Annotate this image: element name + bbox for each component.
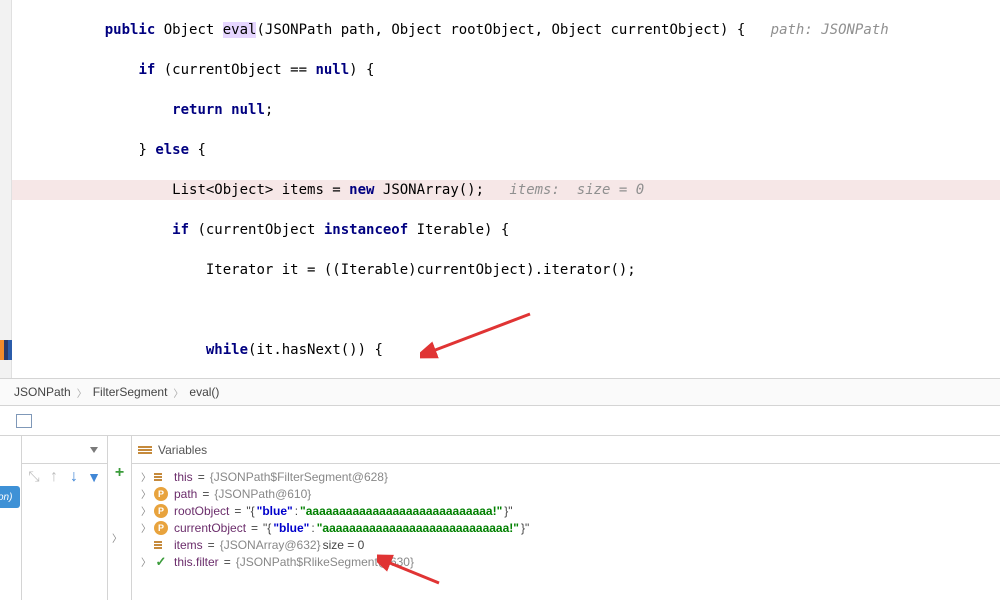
add-watch-icon[interactable]: + xyxy=(113,466,127,480)
parameter-icon: P xyxy=(154,487,168,501)
collapse-icon[interactable]: ⤡ xyxy=(26,469,42,485)
inline-hint: path: JSONPath xyxy=(771,22,889,38)
code-body: public Object eval(JSONPath path, Object… xyxy=(0,0,1000,378)
debug-panel: on) ⤡ ↑ ↓ ▼ + 〉 Variables 〉 this = {JSON… xyxy=(0,436,1000,600)
debug-add-col: + 〉 xyxy=(108,436,132,600)
chevron-right-icon[interactable]: 〉 xyxy=(140,503,152,518)
variables-title: Variables xyxy=(158,443,207,457)
variable-row-rootobject[interactable]: 〉 P rootObject = "{"blue":"aaaaaaaaaaaaa… xyxy=(132,502,1000,519)
thread-tab[interactable]: on) xyxy=(0,486,20,508)
chevron-right-icon: 〉 xyxy=(77,385,87,400)
arrow-up-icon[interactable]: ↑ xyxy=(46,469,62,485)
breadcrumb-item[interactable]: FilterSegment xyxy=(93,385,168,399)
variables-header: Variables xyxy=(132,436,1000,464)
object-icon xyxy=(154,538,168,552)
variables-panel: Variables 〉 this = {JSONPath$FilterSegme… xyxy=(132,436,1000,600)
execution-gutter-marker xyxy=(0,340,12,360)
debug-sidebar: on) xyxy=(0,436,22,600)
variable-row-path[interactable]: 〉 P path = {JSONPath@610} xyxy=(132,485,1000,502)
chevron-right-icon[interactable]: 〉 xyxy=(140,469,152,484)
filter-icon[interactable]: ▼ xyxy=(86,469,102,485)
parameter-icon: P xyxy=(154,504,168,518)
breadcrumb-item[interactable]: eval() xyxy=(189,385,219,399)
debug-toolbar: ⤡ ↑ ↓ ▼ xyxy=(22,436,108,600)
method-name: eval xyxy=(223,22,257,38)
variable-row-this[interactable]: 〉 this = {JSONPath$FilterSegment@628} xyxy=(132,468,1000,485)
restore-layout-icon[interactable] xyxy=(18,416,32,428)
parameter-icon: P xyxy=(154,521,168,535)
object-icon xyxy=(154,470,168,484)
variables-icon xyxy=(138,446,152,454)
variable-row-items[interactable]: 〉 items = {JSONArray@632} size = 0 xyxy=(132,536,1000,553)
kw-public: public xyxy=(105,22,156,38)
dropdown-icon[interactable] xyxy=(86,442,102,458)
tool-strip xyxy=(0,406,1000,436)
variables-list[interactable]: 〉 this = {JSONPath$FilterSegment@628} 〉 … xyxy=(132,464,1000,570)
chevron-right-icon[interactable]: 〉 xyxy=(140,554,152,569)
field-icon: ✓ xyxy=(154,555,168,569)
inline-hint: items: size = 0 xyxy=(509,182,644,198)
variable-row-thisfilter[interactable]: 〉 ✓ this.filter = {JSONPath$RlikeSegment… xyxy=(132,553,1000,570)
chevron-right-icon: 〉 xyxy=(173,385,183,400)
breadcrumb[interactable]: JSONPath 〉 FilterSegment 〉 eval() xyxy=(0,378,1000,406)
variable-row-currentobject[interactable]: 〉 P currentObject = "{"blue":"aaaaaaaaaa… xyxy=(132,519,1000,536)
code-editor[interactable]: public Object eval(JSONPath path, Object… xyxy=(0,0,1000,378)
chevron-right-icon[interactable]: 〉 xyxy=(140,520,152,535)
breadcrumb-item[interactable]: JSONPath xyxy=(14,385,71,399)
arrow-down-icon[interactable]: ↓ xyxy=(66,469,82,485)
chevron-right-icon[interactable]: 〉 xyxy=(112,530,131,545)
chevron-right-icon[interactable]: 〉 xyxy=(140,486,152,501)
